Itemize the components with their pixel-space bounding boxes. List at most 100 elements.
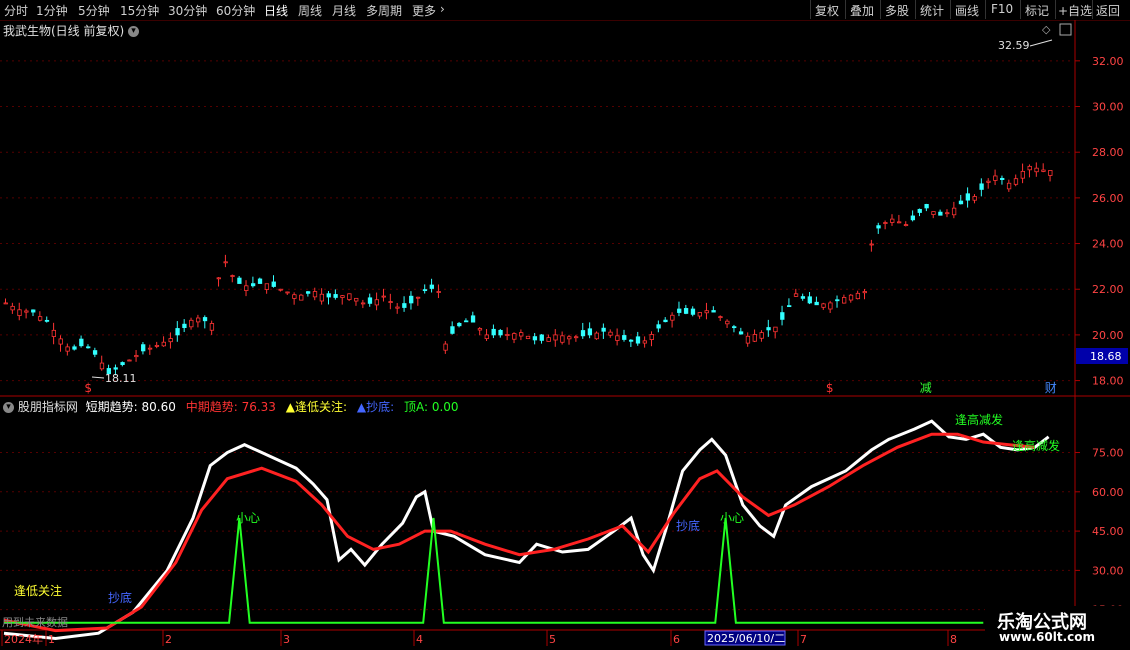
candle-body [993,175,998,181]
chevron-down-icon[interactable]: ▾ [3,402,14,413]
candle-body [807,296,812,304]
candle-body [876,225,881,229]
price-chart: 32.59 18.11 $ $ 减 财 ◇ [3,23,1072,395]
indicator-legend: ▾ 股朋指标网 短期趋势: 80.60 中期趋势: 76.33 ▲逢低关注: ▲… [3,398,459,415]
signal-annotation: 逢高减发 [955,412,1003,427]
watermark-logo: 乐淘公式网 www.60lt.com [985,606,1130,650]
candle-body [374,299,379,306]
candle-body [189,319,194,328]
x-axis-label: 8 [950,633,957,646]
candle-body [250,283,256,287]
candle-body [120,362,125,365]
event-marker: 财 [1045,381,1057,395]
candle-body [573,336,579,339]
candle-body [498,329,503,336]
indicator-tick-label: 45.00 [1092,525,1124,538]
candle-body [402,303,407,308]
candle-body [711,310,716,313]
event-marker: $ [826,381,834,395]
candle-body [51,329,57,337]
candle-body [168,338,173,343]
candle-body [86,346,91,349]
candle-body [17,309,22,316]
high-arrow [1029,39,1053,47]
candle-body [683,308,689,314]
candle-body [319,293,325,302]
candle-body [539,334,544,341]
candle-body [230,275,235,277]
candle-body [917,208,922,213]
candle-body [567,336,572,340]
candle-body [855,292,861,300]
candle-body [72,346,77,350]
candle-body [752,334,757,342]
candle-body [58,338,63,345]
candle-body [299,294,304,301]
candle-body [209,323,215,331]
indicator-name: 股朋指标网 [17,400,78,414]
x-axis-label: 5 [549,633,556,646]
candle-body [113,367,118,370]
candle-body [642,340,648,344]
candle-body [271,281,276,287]
candle-body [388,301,393,303]
candle-body [780,312,785,320]
candle-body [395,306,400,309]
candle-body [656,324,661,329]
candle-body [99,362,105,370]
x-axis-label: 6 [673,633,680,646]
candle-body [450,326,455,334]
candle-body [821,303,826,308]
future-data-note: 用到未来数据 [2,615,68,629]
candle-body [491,328,496,336]
candle-body [161,341,166,347]
candle-body [1027,165,1032,171]
candle-body [718,316,723,319]
candle-body [945,212,950,215]
candle-body [354,297,359,302]
candle-body [443,343,448,351]
candle-body [835,299,840,302]
candle-body [745,335,751,344]
candle-body [409,295,414,304]
price-tick-label: 26.00 [1092,192,1124,205]
candle-body [278,288,283,291]
candle-body [546,337,551,342]
candle-body [237,277,242,284]
candle-body [677,308,682,313]
candle-body [924,203,929,209]
candle-body [505,334,510,336]
candle-body [216,277,221,280]
cursor-date-label: 2025/06/10/二 [707,632,785,645]
candle-body [608,331,613,336]
candle-body [436,291,441,293]
price-tick-label: 22.00 [1092,283,1124,296]
candle-body [690,308,696,315]
price-tick-label: 30.00 [1092,101,1124,114]
indicator-tick-label: 75.00 [1092,447,1124,460]
candle-body [649,334,654,341]
signal-annotation: 逢高减发 [1012,438,1060,453]
signal-annotation: 小心 [720,511,744,525]
candle-body [986,180,991,183]
candle-body [951,207,957,216]
candle-body [848,294,854,301]
candle-body [773,326,778,333]
candle-body [903,224,909,226]
candle-body [37,316,43,321]
candle-body [44,319,50,322]
candle-body [793,293,799,297]
candle-body [484,334,489,339]
candle-body [3,302,8,305]
candle-body [257,278,263,284]
candle-body [601,327,606,332]
candle-body [464,320,469,323]
candle-body [525,335,531,339]
candle-body [869,243,874,246]
candle-body [965,193,970,201]
candle-body [979,183,984,190]
candle-body [938,211,943,216]
chart-canvas: 32.59 18.11 $ $ 减 财 ◇ 逢低关注 抄底 小心抄底 小心 逢高减发逢高减发用到未来… [0,20,1130,646]
candle-body [814,301,819,306]
candle-body [223,261,228,264]
